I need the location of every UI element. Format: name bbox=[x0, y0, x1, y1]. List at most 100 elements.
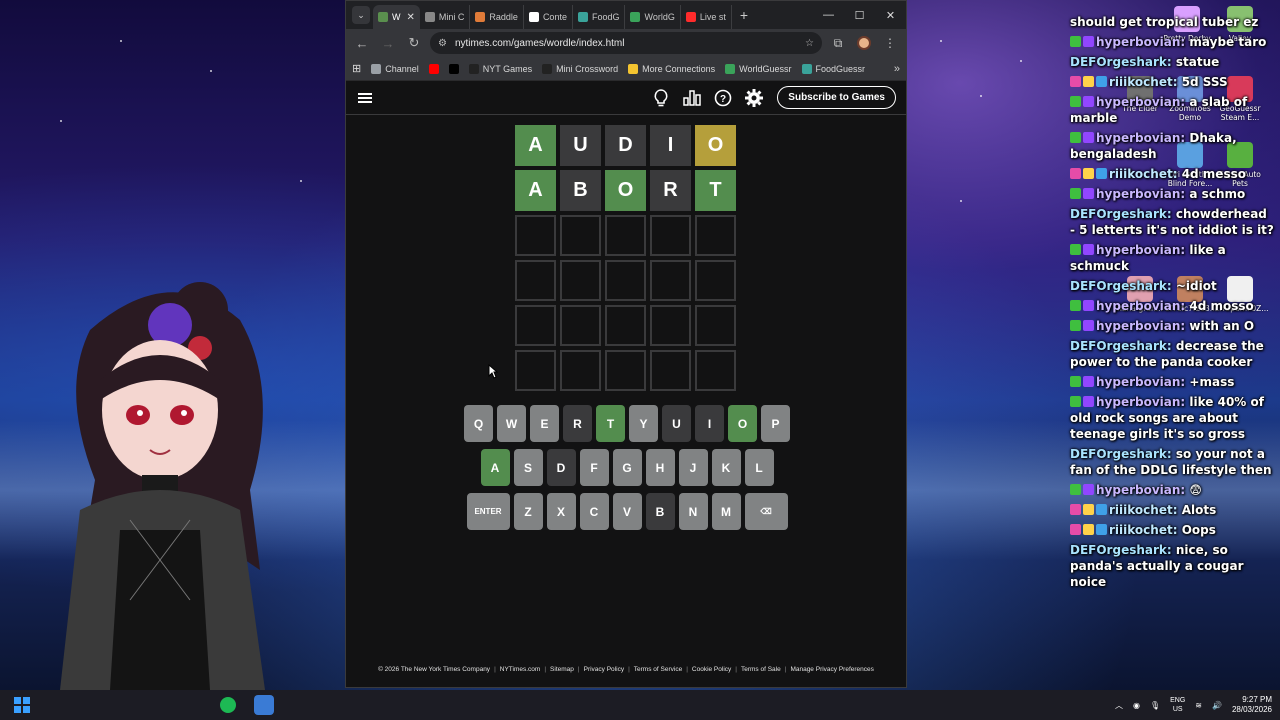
letter-key[interactable]: B bbox=[645, 493, 675, 530]
footer-link[interactable]: Terms of Service bbox=[634, 666, 682, 673]
letter-key[interactable]: P bbox=[761, 405, 790, 442]
footer-separator: | bbox=[784, 666, 787, 673]
apps-icon[interactable]: ⊞ bbox=[352, 62, 361, 75]
chat-username: DEFOrgeshark bbox=[1070, 279, 1167, 293]
bookmark-item[interactable] bbox=[448, 63, 459, 74]
backspace-key[interactable]: ⌫ bbox=[744, 493, 788, 530]
profile-avatar[interactable] bbox=[854, 33, 874, 53]
letter-key[interactable]: D bbox=[546, 449, 576, 486]
forward-icon[interactable]: → bbox=[378, 33, 398, 53]
chat-badge-icon bbox=[1083, 96, 1094, 107]
tab-favicon-icon bbox=[475, 12, 486, 22]
letter-key[interactable]: O bbox=[728, 405, 757, 442]
more-bookmarks-icon[interactable]: » bbox=[894, 63, 900, 75]
letter-key[interactable]: V bbox=[612, 493, 642, 530]
hamburger-menu-icon[interactable] bbox=[358, 92, 372, 103]
language-indicator[interactable]: ENG US bbox=[1170, 696, 1185, 714]
mouse-cursor-icon bbox=[488, 364, 498, 379]
browser-tab[interactable]: FoodG bbox=[573, 5, 626, 29]
letter-key[interactable]: G bbox=[612, 449, 642, 486]
footer-link[interactable]: Manage Privacy Preferences bbox=[790, 666, 873, 673]
browser-tab[interactable]: Live st bbox=[681, 5, 732, 29]
bookmark-item[interactable]: WorldGuessr bbox=[725, 63, 792, 74]
letter-key[interactable]: Q bbox=[464, 405, 493, 442]
browser-tab[interactable]: Mini C bbox=[420, 5, 471, 29]
bookmark-item[interactable] bbox=[428, 63, 439, 74]
chat-badge-icon bbox=[1083, 168, 1094, 179]
letter-key[interactable]: M bbox=[711, 493, 741, 530]
microphone-icon[interactable]: 🎙 bbox=[1150, 701, 1160, 710]
chat-colon: : bbox=[1166, 55, 1176, 69]
chat-message: DEFOrgeshark: so your not a fan of the D… bbox=[1070, 446, 1275, 478]
maximize-button[interactable]: ☐ bbox=[844, 1, 875, 29]
letter-key[interactable]: K bbox=[711, 449, 741, 486]
letter-key[interactable]: J bbox=[678, 449, 708, 486]
letter-key[interactable]: Z bbox=[513, 493, 543, 530]
letter-key[interactable]: X bbox=[546, 493, 576, 530]
chat-username: DEFOrgeshark bbox=[1070, 543, 1167, 557]
footer-link[interactable]: NYTimes.com bbox=[500, 666, 541, 673]
taskbar-app-icon[interactable] bbox=[254, 695, 274, 715]
footer-link[interactable]: Sitemap bbox=[550, 666, 574, 673]
extensions-icon[interactable]: ⧉ bbox=[828, 33, 848, 53]
browser-tab[interactable]: WorldG bbox=[625, 5, 681, 29]
clock[interactable]: 9:27 PM 28/03/2026 bbox=[1232, 695, 1272, 715]
letter-key[interactable]: F bbox=[579, 449, 609, 486]
spotify-icon[interactable] bbox=[220, 697, 236, 713]
minimize-button[interactable]: — bbox=[813, 1, 844, 29]
letter-key[interactable]: U bbox=[662, 405, 691, 442]
bookmark-item[interactable]: Channel bbox=[371, 63, 419, 74]
letter-key[interactable]: S bbox=[513, 449, 543, 486]
address-bar[interactable]: ⚙ nytimes.com/games/wordle/index.html ☆ bbox=[430, 32, 822, 54]
hint-lightbulb-icon[interactable] bbox=[649, 86, 672, 109]
letter-key[interactable]: H bbox=[645, 449, 675, 486]
board-tile: D bbox=[605, 125, 646, 166]
settings-gear-icon[interactable] bbox=[742, 86, 765, 109]
tray-app-icon[interactable]: ◉ bbox=[1133, 701, 1140, 710]
letter-key[interactable]: W bbox=[497, 405, 526, 442]
letter-key[interactable]: N bbox=[678, 493, 708, 530]
letter-key[interactable]: Y bbox=[629, 405, 658, 442]
chat-badge-icon bbox=[1070, 132, 1081, 143]
statistics-icon[interactable] bbox=[680, 86, 703, 109]
close-window-button[interactable]: ✕ bbox=[875, 1, 906, 29]
new-tab-button[interactable]: + bbox=[732, 7, 756, 23]
bookmark-item[interactable]: More Connections bbox=[628, 63, 715, 74]
tab-search-icon[interactable]: ⌄ bbox=[352, 6, 370, 24]
site-info-icon[interactable]: ⚙ bbox=[438, 38, 447, 49]
browser-tab[interactable]: Raddle bbox=[470, 5, 524, 29]
footer-link[interactable]: Terms of Sale bbox=[741, 666, 781, 673]
menu-icon[interactable]: ⋮ bbox=[880, 33, 900, 53]
letter-key[interactable]: A bbox=[480, 449, 510, 486]
enter-key[interactable]: ENTER bbox=[466, 493, 510, 530]
letter-key[interactable]: I bbox=[695, 405, 724, 442]
bookmark-star-icon[interactable]: ☆ bbox=[805, 38, 814, 49]
footer-link[interactable]: Cookie Policy bbox=[692, 666, 731, 673]
back-icon[interactable]: ← bbox=[352, 33, 372, 53]
letter-key[interactable]: C bbox=[579, 493, 609, 530]
wordle-header: ? Subscribe to Games bbox=[346, 81, 906, 115]
letter-key[interactable]: R bbox=[563, 405, 592, 442]
bookmark-item[interactable]: NYT Games bbox=[468, 63, 532, 74]
browser-tab[interactable]: Conte bbox=[524, 5, 573, 29]
letter-key[interactable]: L bbox=[744, 449, 774, 486]
bookmark-item[interactable]: Mini Crossword bbox=[542, 63, 618, 74]
letter-key[interactable]: T bbox=[596, 405, 625, 442]
chat-message: hyperbovian: maybe taro bbox=[1070, 34, 1275, 50]
chat-message: hyperbovian: Dhaka, bengaladesh bbox=[1070, 130, 1275, 162]
star bbox=[60, 120, 62, 122]
bookmark-item[interactable]: FoodGuessr bbox=[801, 63, 865, 74]
subscribe-button[interactable]: Subscribe to Games bbox=[777, 86, 896, 109]
help-icon[interactable]: ? bbox=[711, 86, 734, 109]
close-tab-icon[interactable]: ✕ bbox=[407, 12, 415, 23]
reload-icon[interactable]: ↻ bbox=[404, 33, 424, 53]
wifi-icon[interactable]: ≋ bbox=[1195, 701, 1202, 710]
footer-link[interactable]: Privacy Policy bbox=[584, 666, 624, 673]
start-button-icon[interactable] bbox=[14, 697, 30, 713]
board-tile: U bbox=[560, 125, 601, 166]
volume-icon[interactable]: 🔊 bbox=[1212, 701, 1222, 710]
show-hidden-icons[interactable]: ︿ bbox=[1115, 700, 1123, 711]
letter-key[interactable]: E bbox=[530, 405, 559, 442]
chat-badge-icon bbox=[1083, 376, 1094, 387]
browser-tab[interactable]: W ✕ bbox=[373, 5, 420, 29]
